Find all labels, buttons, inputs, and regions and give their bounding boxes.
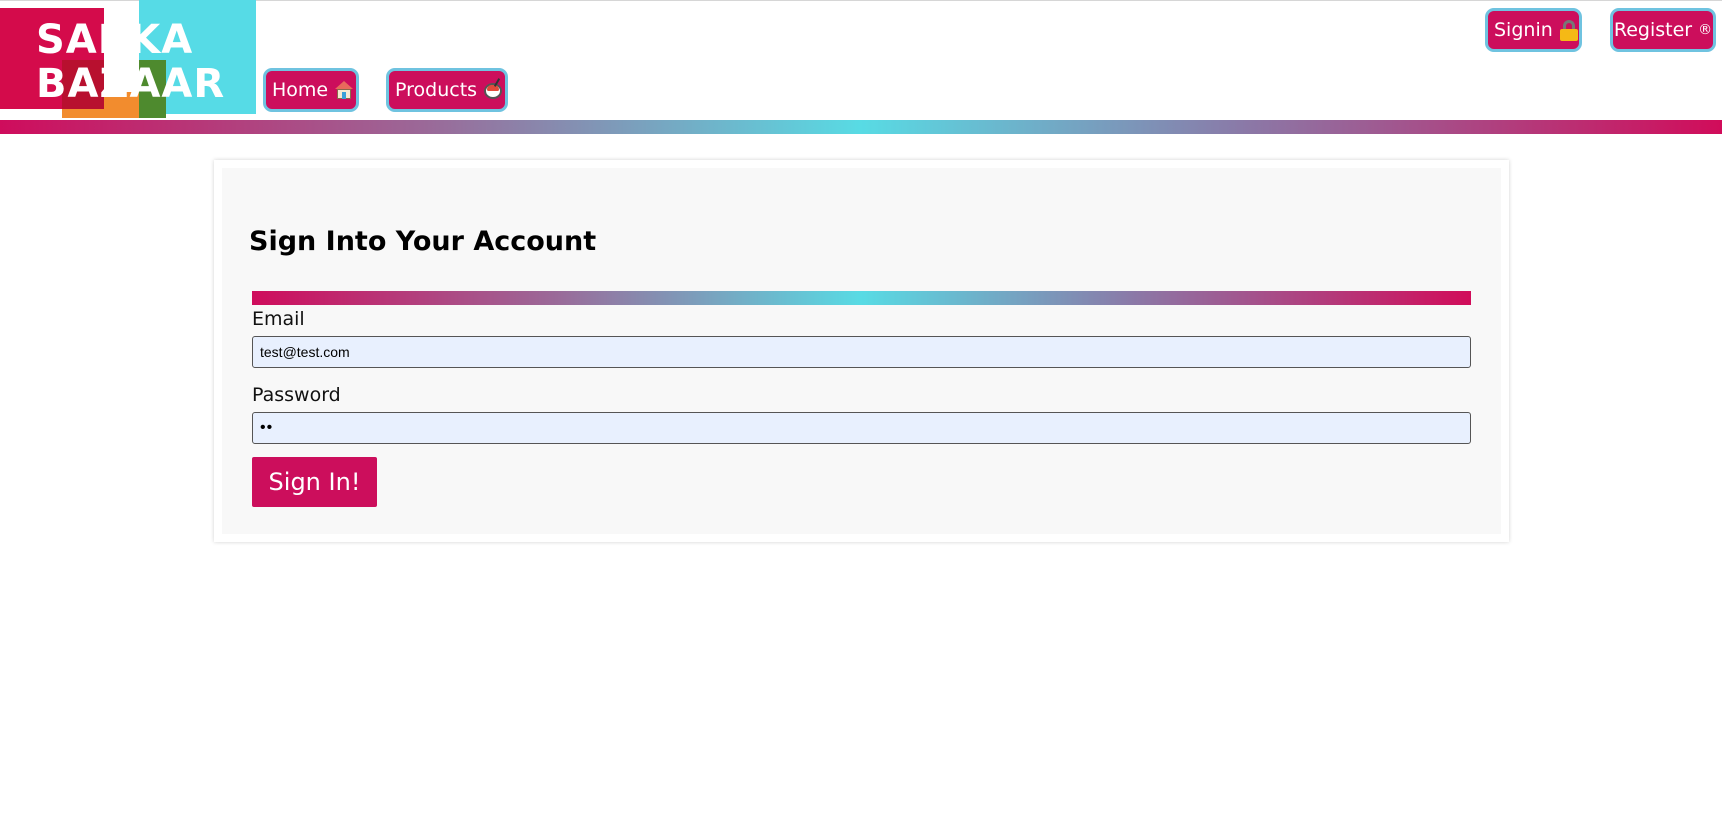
nav-products-link[interactable]: Products [386,68,508,112]
email-field[interactable] [252,336,1471,368]
page-title: Sign Into Your Account [249,226,597,257]
house-icon [334,80,354,100]
email-label: Email [252,308,305,330]
password-label: Password [252,384,341,406]
nav-home-link[interactable]: Home [263,68,359,112]
logo-text: SABKA BAZAAR [36,18,246,106]
form-gradient-divider [252,291,1471,305]
registered-icon: ® [1698,22,1713,38]
nav-home-label: Home [272,79,329,101]
nav-register-label: Register [1613,19,1693,41]
nav-signin-label: Signin [1494,19,1553,41]
lock-icon [1559,20,1578,41]
logo-line-2: BAZAAR [36,61,226,107]
nav-products-label: Products [395,79,478,101]
bowl-icon [483,78,503,100]
header-gradient-divider [0,120,1722,134]
signin-submit-button[interactable]: Sign In! [252,457,377,507]
site-logo[interactable]: SABKA BAZAAR [0,0,256,118]
logo-line-1: SABKA [36,17,194,63]
site-header: SABKA BAZAAR Home Products Signin Regist… [0,0,1722,134]
signin-card: Sign Into Your Account Email Password Si… [214,160,1509,542]
signin-form: Sign Into Your Account Email Password Si… [222,168,1501,534]
nav-register-link[interactable]: Register ® [1610,8,1716,52]
nav-signin-link[interactable]: Signin [1485,8,1582,52]
password-field[interactable] [252,412,1471,444]
